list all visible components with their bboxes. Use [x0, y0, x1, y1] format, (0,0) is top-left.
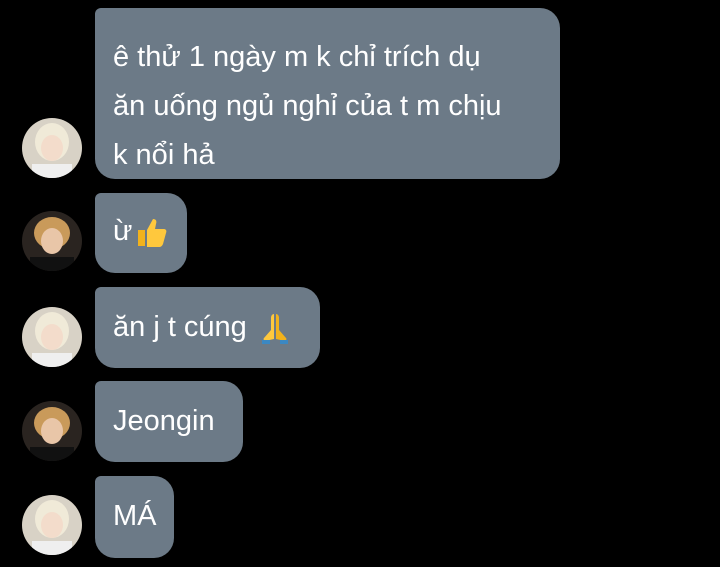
message-text: ê thử 1 ngày m k chỉ trích dụ [113, 41, 481, 73]
avatar[interactable] [22, 118, 82, 178]
message-text: Jeongin [113, 405, 215, 437]
message-bubble[interactable]: ừ [95, 193, 187, 273]
message-bubble[interactable]: ăn j t cúng [95, 287, 320, 368]
message-bubble[interactable]: ê thử 1 ngày m k chỉ trích dụ ăn uống ng… [95, 8, 560, 179]
folded-hands-icon [257, 310, 293, 346]
avatar[interactable] [22, 401, 82, 461]
message-text: ăn j t cúng [113, 311, 255, 343]
message-text: ăn uống ngủ nghỉ của t m chịu [113, 90, 502, 122]
message-bubble[interactable]: Jeongin [95, 381, 243, 462]
avatar[interactable] [22, 495, 82, 555]
avatar-darkhair-image [22, 401, 82, 461]
message-text: k nổi hả [113, 139, 215, 171]
message-text: ừ [113, 215, 133, 247]
avatar-blonde-image [22, 307, 82, 367]
chat-thread: ê thử 1 ngày m k chỉ trích dụ ăn uống ng… [0, 0, 720, 567]
avatar-blonde-image [22, 495, 82, 555]
message-bubble[interactable]: MÁ [95, 476, 174, 558]
avatar-blonde-image [22, 118, 82, 178]
message-text: MÁ [113, 500, 157, 532]
thumbs-up-icon [134, 214, 170, 250]
avatar[interactable] [22, 211, 82, 271]
avatar[interactable] [22, 307, 82, 367]
avatar-darkhair-image [22, 211, 82, 271]
